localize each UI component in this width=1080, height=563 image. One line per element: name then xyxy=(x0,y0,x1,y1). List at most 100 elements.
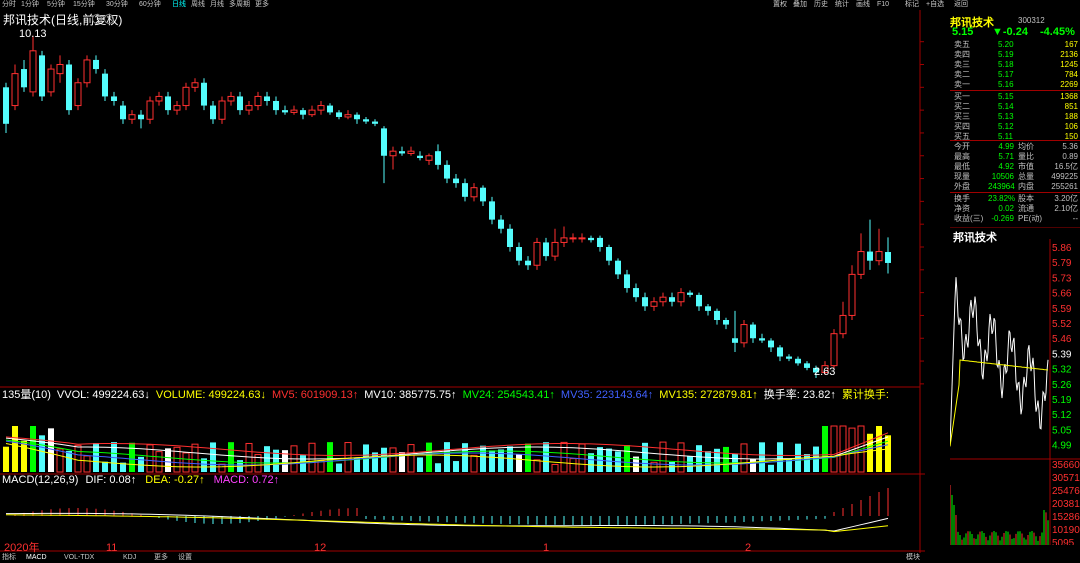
period-tab-2[interactable]: 5分钟 xyxy=(47,0,65,10)
candle-body xyxy=(3,87,9,124)
toolbar-button-7[interactable]: +自选 xyxy=(926,0,944,10)
period-tab-4[interactable]: 30分钟 xyxy=(106,0,128,10)
x-axis-label: 1 xyxy=(543,542,549,553)
candle-body xyxy=(533,241,541,266)
period-tab-1[interactable]: 1分钟 xyxy=(21,0,39,10)
bid-row[interactable]: 买四 5.12 106 xyxy=(950,122,1080,131)
stat-label: 最低 xyxy=(954,162,970,171)
stat-row: 现量 10506 总量 499225 xyxy=(950,172,1080,181)
mini-volume-tick: 10190 xyxy=(1052,525,1080,536)
ask-row[interactable]: 卖二 5.17 784 xyxy=(950,70,1080,79)
candle-body xyxy=(830,333,838,367)
toolbar-button-1[interactable]: 叠加 xyxy=(793,0,807,10)
stat-value: 10506 xyxy=(991,172,1014,181)
candle-body xyxy=(875,251,883,262)
stat-value: 499225 xyxy=(1051,172,1078,181)
indicator-tab-1[interactable]: MACD xyxy=(26,553,47,563)
bid-row[interactable]: 买三 5.13 188 xyxy=(950,112,1080,121)
mini-volume-tick: 20381 xyxy=(1052,499,1080,510)
period-tab-10[interactable]: 更多 xyxy=(255,0,269,10)
ask-row[interactable]: 卖一 5.16 2269 xyxy=(950,80,1080,89)
settings-dot-icon[interactable] xyxy=(92,14,102,24)
volume-bar xyxy=(462,443,468,472)
toolbar-button-2[interactable]: 历史 xyxy=(814,0,828,10)
ask-label: 卖二 xyxy=(954,70,970,79)
ask-row[interactable]: 卖三 5.18 1245 xyxy=(950,60,1080,69)
ask-row[interactable]: 卖四 5.19 2136 xyxy=(950,50,1080,59)
candle-body xyxy=(435,151,441,165)
toolbar-button-6[interactable]: 标记 xyxy=(905,0,919,10)
volume-bar xyxy=(696,445,702,472)
kline-chart[interactable]: 10.009.509.008.508.007.507.006.506.005.5… xyxy=(0,10,925,553)
stat-value: 5.36 xyxy=(1062,142,1078,151)
volume-bar xyxy=(606,448,612,472)
indicator-tab-3[interactable]: KDJ xyxy=(123,553,136,563)
candle-body xyxy=(659,296,667,303)
ask-row[interactable]: 卖五 5.20 167 xyxy=(950,40,1080,49)
stat-value: 23.82% xyxy=(988,194,1016,203)
candle-body xyxy=(669,297,675,302)
indicator-tab-4[interactable]: 更多 xyxy=(154,553,168,563)
period-tab-8[interactable]: 月线 xyxy=(210,0,224,10)
candle-body xyxy=(750,324,756,339)
candle-body xyxy=(525,260,531,266)
candle-body xyxy=(93,59,99,70)
toolbar-button-0[interactable]: 置权 xyxy=(773,0,787,10)
candle-body xyxy=(165,96,171,111)
period-tab-3[interactable]: 15分钟 xyxy=(73,0,95,10)
stat-value: -- xyxy=(1072,214,1078,223)
candle-body xyxy=(47,68,55,93)
stat-row: 最低 4.92 市值 16.5亿 xyxy=(950,162,1080,171)
indicator-tab-0[interactable]: 指标 xyxy=(2,553,16,563)
indicator-tab-5[interactable]: 设置 xyxy=(178,553,192,563)
candle-body xyxy=(470,187,478,198)
volume-bar xyxy=(839,425,847,473)
high-price-marker: 10.13 xyxy=(19,28,47,40)
mini-price-tick: 5.79 xyxy=(1052,258,1072,269)
intraday-mini-chart[interactable]: 5.86 5.79 5.73 5.66 5.59 5.52 5.46 5.39 5.32 5.26… xyxy=(950,227,1080,545)
period-tab-5[interactable]: 60分钟 xyxy=(139,0,161,10)
period-tab-6[interactable]: 日线 xyxy=(172,0,186,10)
toolbar-button-5[interactable]: F10 xyxy=(877,0,889,10)
candle-body xyxy=(407,150,415,154)
ask-price: 5.17 xyxy=(998,70,1014,79)
ask-label: 卖一 xyxy=(954,80,970,89)
mini-volume-tick: 35660 xyxy=(1052,460,1080,471)
candle-body xyxy=(759,338,765,341)
mini-price-tick: 5.26 xyxy=(1052,380,1072,391)
quote-panel: 邦讯技术 300312 5.15 ▼-0.24 -4.45% 卖五 5.20 167… xyxy=(950,10,1080,553)
settings-dot-icon[interactable] xyxy=(104,14,114,24)
candle-body xyxy=(56,64,64,75)
mini-volume-tick: 25476 xyxy=(1052,486,1080,497)
stat-label: 均价 xyxy=(1018,142,1034,151)
volume-indicator-1: VOLUME: 499224.63↓ xyxy=(155,389,266,401)
macd-header: MACD(12,26,9) DIF: 0.08↑ DEA: -0.27↑ MAC… xyxy=(2,474,279,488)
module-button[interactable]: 模块 xyxy=(906,553,920,563)
mini-volume-tick: 30571 xyxy=(1052,473,1080,484)
candle-body xyxy=(507,228,513,247)
toolbar-button-8[interactable]: 返回 xyxy=(954,0,968,10)
indicator-tab-2[interactable]: VOL-TDX xyxy=(64,553,94,563)
period-tab-7[interactable]: 周线 xyxy=(191,0,205,10)
volume-bar xyxy=(470,454,478,473)
candle-body xyxy=(732,338,738,343)
period-tab-0[interactable]: 分时 xyxy=(2,0,16,10)
toolbar-button-4[interactable]: 画线 xyxy=(856,0,870,10)
candle-body xyxy=(740,324,748,344)
bid-volume: 106 xyxy=(1064,122,1078,131)
bid-row[interactable]: 买一 5.15 1368 xyxy=(950,92,1080,101)
candle-body xyxy=(389,150,397,157)
bid-label: 买三 xyxy=(954,112,970,121)
volume-indicator-6: MV135: 272879.81↑ xyxy=(659,389,758,401)
mini-volume-tick: 5095 xyxy=(1052,538,1075,545)
bid-row[interactable]: 买二 5.14 851 xyxy=(950,102,1080,111)
mini-price-tick: 5.32 xyxy=(1052,365,1072,376)
period-tab-9[interactable]: 多周期 xyxy=(229,0,250,10)
candle-body xyxy=(227,95,235,102)
mini-price-tick: 5.46 xyxy=(1052,334,1072,345)
candle-body xyxy=(606,247,612,261)
volume-indicator-2: MV5: 601909.13↑ xyxy=(271,389,359,401)
mini-price-tick: 5.66 xyxy=(1052,289,1072,300)
ask-volume: 2136 xyxy=(1060,50,1078,59)
toolbar-button-3[interactable]: 统计 xyxy=(835,0,849,10)
